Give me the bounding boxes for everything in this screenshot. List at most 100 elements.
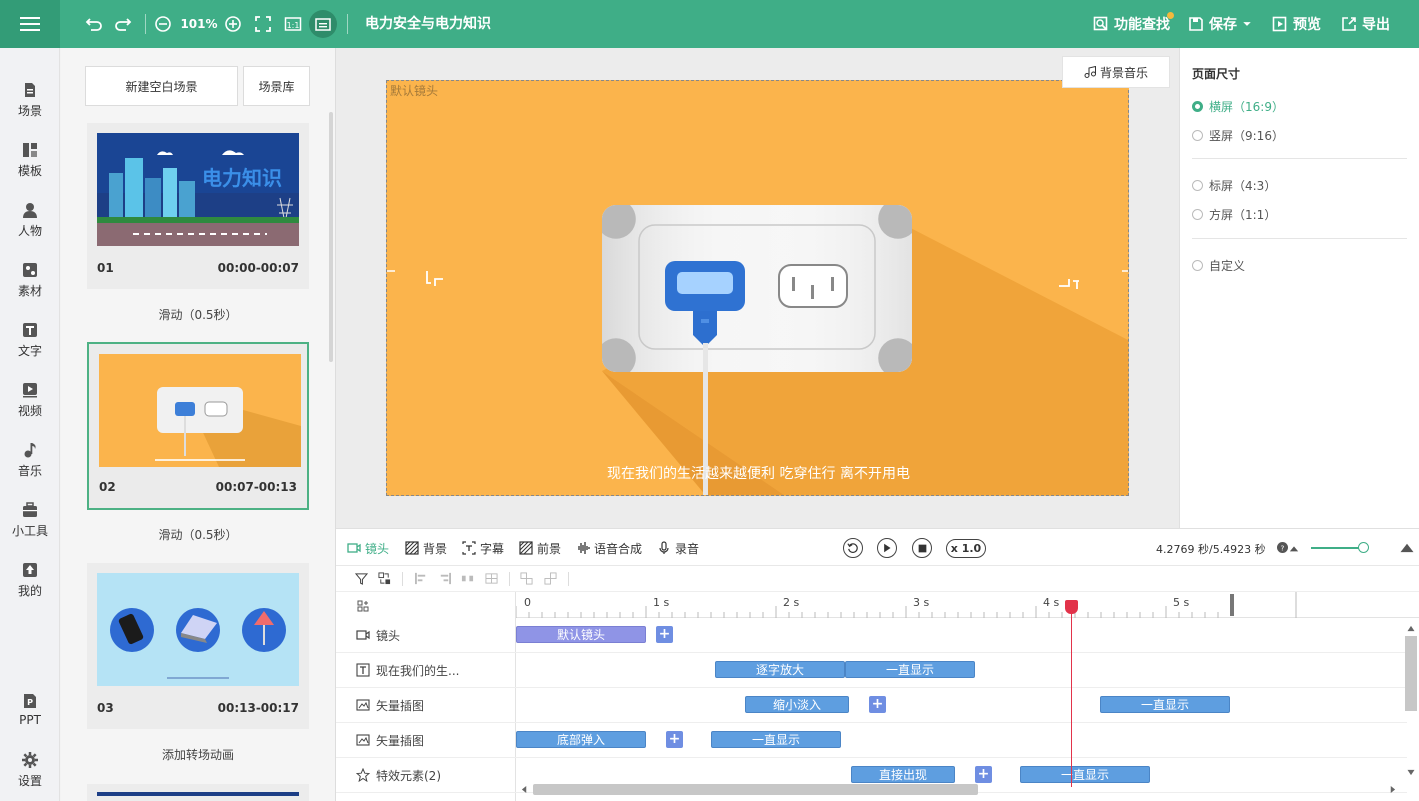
redo-icon[interactable]: [113, 0, 133, 48]
project-title[interactable]: 电力安全与电力知识: [365, 0, 491, 48]
menu-icon[interactable]: [0, 0, 60, 48]
mountain-large-icon[interactable]: [1400, 541, 1414, 554]
nav-item-person[interactable]: 人物: [0, 192, 60, 248]
scene-card-selected[interactable]: 02 00:07-00:13: [87, 342, 309, 510]
clip-direct-appear[interactable]: 直接出现: [851, 766, 955, 783]
option-square[interactable]: 方屏（1:1）: [1192, 206, 1276, 223]
canvas-subtitle[interactable]: 现在我们的生活越来越便利 吃穿住行 离不开用电: [387, 463, 1128, 483]
add-clip-button[interactable]: +: [975, 766, 992, 783]
scroll-up-icon[interactable]: [1407, 625, 1415, 632]
zoom-in-icon[interactable]: [224, 0, 242, 48]
scroll-right-icon[interactable]: [1389, 786, 1396, 793]
track-label-vector-1[interactable]: 矢量插图: [336, 688, 516, 723]
tab-label: 语音合成: [594, 541, 643, 556]
nav-item-video[interactable]: 视频: [0, 372, 60, 428]
clip-always-show[interactable]: 一直显示: [1100, 696, 1230, 713]
tab-tts[interactable]: 语音合成: [576, 529, 642, 567]
undo-icon[interactable]: [84, 0, 104, 48]
option-custom[interactable]: 自定义: [1192, 257, 1245, 274]
option-portrait[interactable]: 竖屏（9:16）: [1192, 127, 1284, 144]
export-button[interactable]: 导出: [1341, 0, 1390, 48]
group-icon[interactable]: [520, 572, 533, 585]
scene-card[interactable]: [87, 784, 309, 801]
track-label-effects[interactable]: 特效元素(2): [336, 758, 516, 793]
tab-foreground[interactable]: 前景: [519, 529, 561, 567]
playhead-handle[interactable]: [1065, 600, 1078, 614]
scroll-left-icon[interactable]: [521, 786, 528, 793]
filter-icon[interactable]: [355, 572, 368, 585]
scene-card[interactable]: 03 00:13-00:17: [87, 563, 309, 729]
option-landscape[interactable]: 横屏（16:9）: [1192, 98, 1284, 115]
add-clip-button[interactable]: +: [869, 696, 886, 713]
zoom-out-icon[interactable]: [154, 0, 172, 48]
new-blank-scene-button[interactable]: 新建空白场景: [85, 66, 238, 106]
scene-transition[interactable]: 滑动（0.5秒）: [87, 306, 309, 323]
track-label-text-layer[interactable]: 现在我们的生...: [336, 653, 516, 688]
option-standard[interactable]: 标屏（4:3）: [1192, 177, 1276, 194]
distribute-icon[interactable]: [461, 572, 474, 585]
nav-item-settings[interactable]: 设置: [0, 742, 60, 798]
zoom-slider-handle[interactable]: [1358, 542, 1369, 553]
nav-item-scene[interactable]: 场景: [0, 72, 60, 128]
nav-label: 设置: [17, 773, 42, 788]
add-clip-button[interactable]: +: [666, 731, 683, 748]
tab-background[interactable]: 背景: [405, 529, 447, 567]
clip-bottom-pop[interactable]: 底部弹入: [516, 731, 646, 748]
add-transition-link[interactable]: 添加转场动画: [87, 746, 309, 763]
save-button[interactable]: 保存: [1188, 0, 1252, 48]
playback-speed-button[interactable]: x 1.0: [946, 539, 986, 558]
grid-icon[interactable]: [485, 572, 498, 585]
track-label-lens[interactable]: 镜头: [336, 618, 516, 653]
align-right-icon[interactable]: [438, 572, 451, 585]
tab-record[interactable]: 录音: [657, 529, 699, 567]
scene-canvas[interactable]: 默认镜头 现在我们的生活越来越便利 吃穿住行 离不开用电: [386, 80, 1129, 496]
mountain-small-icon[interactable]: [1289, 543, 1299, 553]
track-row-lens: 默认镜头 +: [516, 618, 1407, 653]
nav-item-mine[interactable]: 我的: [0, 552, 60, 608]
background-music-button[interactable]: 背景音乐: [1062, 56, 1170, 88]
tab-lens[interactable]: 镜头: [347, 529, 389, 567]
nav-label: 我的: [17, 583, 42, 598]
nav-item-ppt[interactable]: P PPT: [0, 682, 60, 738]
fullscreen-icon[interactable]: [254, 0, 272, 48]
nav-item-material[interactable]: 素材: [0, 252, 60, 308]
ungroup-icon[interactable]: [544, 572, 557, 585]
scroll-down-icon[interactable]: [1407, 769, 1415, 776]
option-label: 自定义: [1209, 259, 1246, 273]
scene-card[interactable]: 电力知识 01 00:00-00:07: [87, 123, 309, 289]
scene-scrollbar[interactable]: [329, 112, 333, 362]
time-ruler[interactable]: 0 1 s 2 s 3 s 4 s 5 s: [516, 592, 1419, 618]
horizontal-scrollbar[interactable]: [533, 784, 978, 795]
nav-item-template[interactable]: 模板: [0, 132, 60, 188]
stop-button[interactable]: [912, 538, 932, 558]
nav-item-text[interactable]: 文字: [0, 312, 60, 368]
play-button[interactable]: [877, 538, 897, 558]
preview-button[interactable]: 预览: [1272, 0, 1321, 48]
rewind-button[interactable]: [843, 538, 863, 558]
clip-always-show[interactable]: 一直显示: [1020, 766, 1150, 783]
clip-shrink-fade[interactable]: 缩小淡入: [745, 696, 849, 713]
tab-label: 背景: [423, 541, 448, 556]
nav-item-music[interactable]: 音乐: [0, 432, 60, 488]
layers-icon[interactable]: [378, 572, 391, 585]
nav-label: 文字: [17, 343, 42, 358]
waveform-icon: [578, 542, 590, 554]
add-clip-button[interactable]: +: [656, 626, 673, 643]
actual-size-icon[interactable]: 1:1: [284, 0, 302, 48]
help-icon[interactable]: ?: [1277, 542, 1288, 553]
tab-subtitle[interactable]: 字幕: [462, 529, 504, 567]
subtitle-mode-icon[interactable]: [309, 10, 337, 38]
scene-library-button[interactable]: 场景库: [243, 66, 310, 106]
scene-transition[interactable]: 滑动（0.5秒）: [87, 526, 309, 543]
align-left-icon[interactable]: [415, 572, 428, 585]
clip-default-lens[interactable]: 默认镜头: [516, 626, 646, 643]
search-function-button[interactable]: 功能查找: [1093, 0, 1170, 48]
playhead-line[interactable]: [1071, 600, 1072, 787]
clip-always-show[interactable]: 一直显示: [711, 731, 841, 748]
vertical-scrollbar[interactable]: [1405, 636, 1417, 711]
clip-text-show[interactable]: 一直显示: [845, 661, 975, 678]
timeline-toolbar: 镜头 背景 字幕 前景 语音合成 录音 x 1.0 4.2769 秒/5.492…: [336, 528, 1419, 566]
track-label-vector-2[interactable]: 矢量插图: [336, 723, 516, 758]
clip-text-zoom[interactable]: 逐字放大: [715, 661, 845, 678]
nav-item-toolbox[interactable]: 小工具: [0, 492, 60, 548]
